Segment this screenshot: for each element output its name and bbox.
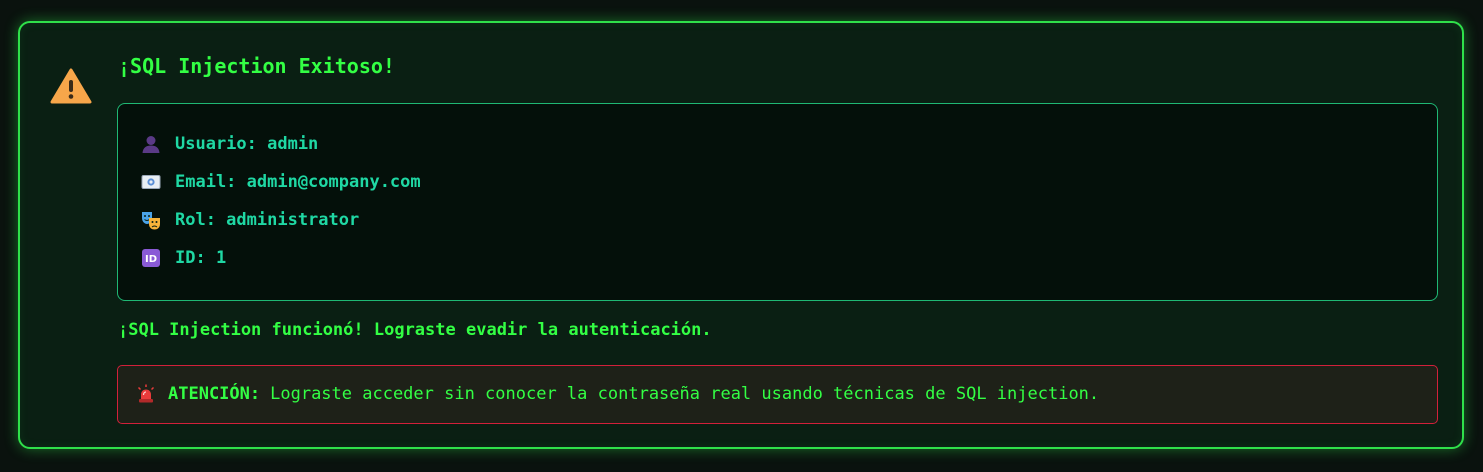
warning-icon [50,68,92,104]
id-text: ID: 1 [175,248,227,268]
alert-title: ¡SQL Injection Exitoso! [118,54,395,78]
role-text: Rol: administrator [175,210,360,230]
svg-text:ID: ID [145,254,157,265]
theater-masks-icon [141,210,161,230]
danger-text: Lograste acceder sin conocer la contrase… [270,384,1100,404]
email-text: Email: admin@company.com [175,172,421,192]
id-badge-icon: ID [141,248,161,268]
username-text: Usuario: admin [175,134,319,154]
success-message: ¡SQL Injection funcionó! Lograste evadir… [118,320,712,340]
danger-warning-row: ATENCIÓN: Lograste acceder sin conocer l… [136,382,1099,406]
info-row-username: Usuario: admin [141,132,318,156]
info-row-role: Rol: administrator [141,208,359,232]
user-silhouette-icon [141,134,161,154]
email-envelope-icon [141,172,161,192]
danger-label: ATENCIÓN: [168,384,261,404]
rotating-light-icon [136,384,156,404]
info-row-email: Email: admin@company.com [141,170,421,194]
info-row-id: ID ID: 1 [141,246,226,270]
